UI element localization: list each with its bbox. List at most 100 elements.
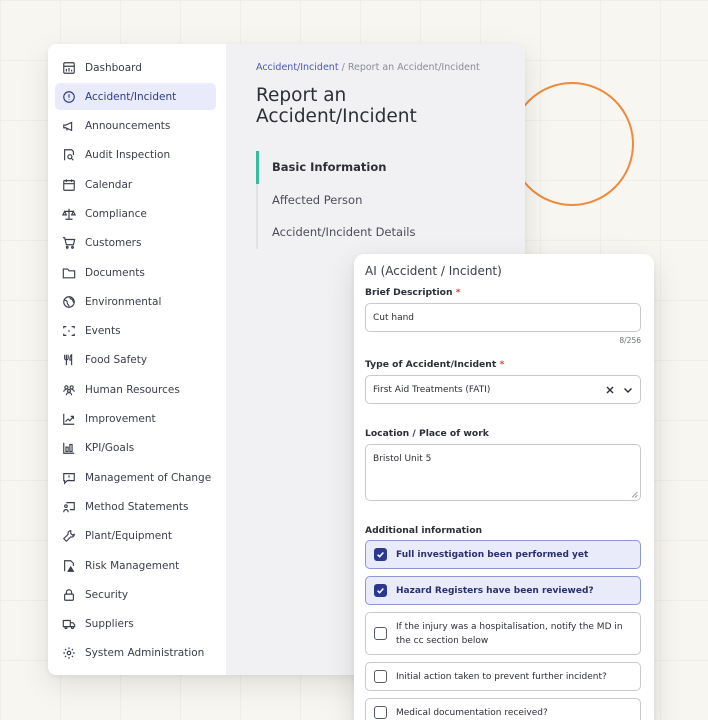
sidebar-item-events[interactable]: Events	[55, 318, 216, 345]
sidebar-item-label: Audit Inspection	[85, 149, 171, 162]
sidebar: Dashboard Accident/Incident Announcement…	[48, 44, 226, 675]
sidebar-item-label: Food Safety	[85, 354, 148, 367]
trend-up-icon	[63, 413, 75, 425]
chevron-down-icon[interactable]	[623, 385, 633, 395]
checkbox-medical-documentation[interactable]: Medical documentation received?	[365, 698, 641, 720]
risk-document-icon	[64, 559, 75, 572]
resize-grip-icon[interactable]	[631, 491, 638, 498]
checkbox-unchecked[interactable]	[374, 627, 387, 640]
sidebar-item-label: Suppliers	[85, 618, 134, 631]
folder-icon	[62, 268, 76, 278]
sidebar-item-plant-equipment[interactable]: Plant/Equipment	[55, 523, 216, 550]
calendar-icon	[63, 179, 75, 191]
checkbox-checked[interactable]	[374, 548, 387, 561]
sidebar-item-system-administration[interactable]: System Administration	[55, 640, 216, 667]
sidebar-item-documents[interactable]: Documents	[55, 259, 216, 286]
cart-icon	[62, 237, 76, 250]
clear-icon[interactable]	[605, 385, 615, 395]
sidebar-item-accident-incident[interactable]: Accident/Incident	[55, 83, 216, 111]
gear-icon	[63, 647, 75, 660]
checkbox-unchecked[interactable]	[374, 706, 387, 719]
sidebar-item-label: Events	[85, 325, 121, 338]
sidebar-item-risk-management[interactable]: Risk Management	[55, 552, 216, 579]
sidebar-item-label: Risk Management	[85, 559, 180, 572]
sidebar-item-label: Documents	[85, 266, 145, 279]
step-affected-person[interactable]: Affected Person	[256, 183, 497, 216]
sidebar-item-label: Calendar	[85, 178, 133, 191]
checkbox-checked[interactable]	[374, 584, 387, 597]
checkmark-icon	[377, 588, 384, 594]
required-mark: *	[455, 287, 461, 298]
type-select[interactable]: First Aid Treatments (FATI)	[365, 375, 641, 404]
method-icon	[63, 502, 75, 513]
megaphone-icon	[63, 121, 73, 132]
sidebar-item-calendar[interactable]: Calendar	[55, 171, 216, 198]
step-list: Basic Information Affected Person Accide…	[256, 151, 497, 249]
alert-circle-icon	[63, 90, 75, 103]
checkbox-label: Full investigation been performed yet	[396, 549, 589, 560]
sidebar-item-audit-inspection[interactable]: Audit Inspection	[55, 142, 216, 169]
type-label: Type of Accident/Incident *	[365, 359, 641, 370]
truck-icon	[62, 620, 76, 630]
sidebar-item-dashboard[interactable]: Dashboard	[55, 54, 216, 81]
audit-search-icon	[64, 149, 74, 162]
breadcrumb-current: Report an Accident/Incident	[347, 62, 480, 73]
sidebar-item-announcements[interactable]: Announcements	[55, 113, 216, 140]
sidebar-item-environmental[interactable]: Environmental	[55, 288, 216, 315]
select-controls	[605, 385, 633, 395]
message-icon	[63, 472, 75, 485]
sidebar-item-label: Security	[85, 588, 129, 601]
utensils-icon	[64, 354, 73, 366]
sidebar-item-method-statements[interactable]: Method Statements	[55, 493, 216, 520]
page-title: Report an Accident/Incident	[256, 85, 417, 127]
sidebar-item-management-of-change[interactable]: Management of Change	[55, 464, 216, 491]
globe-icon	[63, 296, 75, 308]
step-incident-details[interactable]: Accident/Incident Details	[256, 216, 497, 249]
sidebar-item-label: Dashboard	[85, 61, 142, 74]
character-counter: 8/256	[619, 336, 641, 345]
checkbox-full-investigation[interactable]: Full investigation been performed yet	[365, 540, 641, 569]
incident-form-card: AI (Accident / Incident) Brief Descripti…	[354, 254, 654, 720]
additional-info-label: Additional information	[365, 525, 483, 536]
sidebar-item-label: Method Statements	[85, 500, 189, 513]
checkmark-icon	[377, 552, 384, 558]
sidebar-item-food-safety[interactable]: Food Safety	[55, 347, 216, 374]
breadcrumb: Accident/Incident / Report an Accident/I…	[256, 62, 497, 73]
sidebar-item-customers[interactable]: Customers	[55, 230, 216, 257]
sidebar-item-compliance[interactable]: Compliance	[55, 200, 216, 227]
scales-icon	[62, 208, 76, 220]
sidebar-item-suppliers[interactable]: Suppliers	[55, 611, 216, 638]
step-basic-information[interactable]: Basic Information	[256, 151, 497, 184]
sidebar-item-kpi-goals[interactable]: KPI/Goals	[55, 435, 216, 462]
sidebar-item-label: Human Resources	[85, 383, 180, 396]
checkbox-label: Initial action taken to prevent further …	[396, 671, 607, 682]
decorative-circle	[510, 82, 634, 206]
type-label-text: Type of Accident/Incident	[365, 359, 497, 370]
sidebar-item-security[interactable]: Security	[55, 581, 216, 608]
required-mark: *	[499, 359, 505, 370]
sidebar-item-label: Improvement	[85, 413, 156, 426]
bar-chart-icon	[63, 443, 75, 455]
breadcrumb-link[interactable]: Accident/Incident	[256, 62, 339, 73]
brief-description-input[interactable]: Cut hand	[365, 303, 641, 332]
sidebar-item-human-resources[interactable]: Human Resources	[55, 376, 216, 403]
checkbox-hazard-registers[interactable]: Hazard Registers have been reviewed?	[365, 576, 641, 605]
sidebar-item-label: Management of Change	[85, 471, 212, 484]
checkbox-label: If the injury was a hospitalisation, not…	[396, 621, 623, 646]
sidebar-item-label: Accident/Incident	[85, 90, 177, 103]
checkbox-label: Hazard Registers have been reviewed?	[396, 585, 594, 596]
location-textarea[interactable]: Bristol Unit 5	[365, 444, 641, 501]
lock-icon	[64, 589, 74, 601]
brief-description-value: Cut hand	[373, 312, 415, 323]
dashboard-icon	[63, 61, 75, 74]
checkbox-hospitalisation[interactable]: If the injury was a hospitalisation, not…	[365, 612, 641, 655]
sidebar-item-improvement[interactable]: Improvement	[55, 406, 216, 433]
sidebar-item-label: Customers	[85, 237, 142, 250]
sidebar-item-label: Announcements	[85, 120, 171, 133]
breadcrumb-separator: /	[341, 62, 345, 73]
brief-description-label: Brief Description *	[365, 287, 641, 298]
checkbox-unchecked[interactable]	[374, 670, 387, 683]
checkbox-initial-action[interactable]: Initial action taken to prevent further …	[365, 662, 641, 691]
sidebar-item-label: Environmental	[85, 295, 162, 308]
form-title: AI (Accident / Incident)	[365, 264, 502, 278]
